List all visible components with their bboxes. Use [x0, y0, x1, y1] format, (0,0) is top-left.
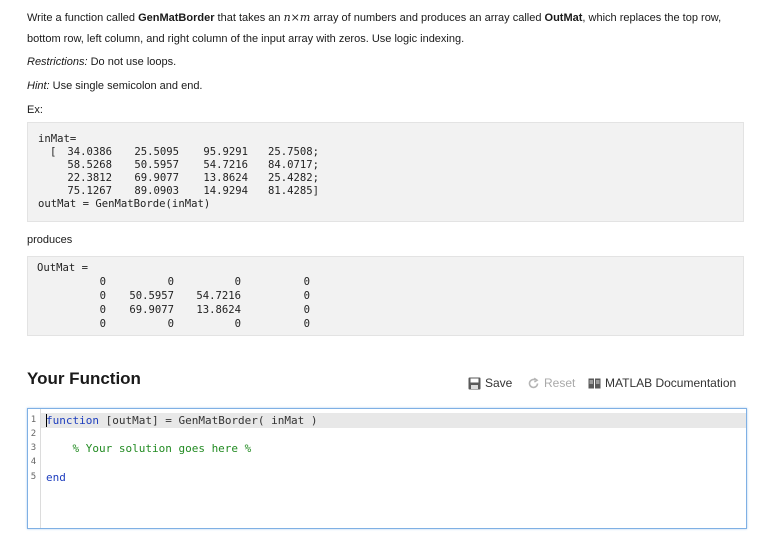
matrix-cell: 0: [99, 290, 106, 302]
matlab-documentation-link[interactable]: MATLAB Documentation: [588, 376, 736, 390]
matrix-cell: 69.9077: [134, 172, 179, 184]
produces-label: produces: [27, 234, 73, 246]
problem-text: , which replaces the top row,: [582, 12, 722, 24]
matrix-cell: 0: [303, 276, 310, 288]
example-output-box: OutMat = 0 0 0 0 0 50.5957 54.7216 0 0 6…: [27, 256, 744, 336]
matrix-cell: 75.1267: [67, 185, 112, 197]
matrix-cell: 54.7216: [196, 290, 241, 302]
matrix-cell: 95.9291: [203, 146, 248, 158]
function-name: GenMatBorder: [138, 12, 215, 24]
matrix-cell: 50.5957: [129, 290, 174, 302]
problem-line-2: bottom row, left column, and right colum…: [27, 33, 465, 45]
matrix-cell: 34.0386: [67, 146, 112, 158]
matrix-cell: 0: [303, 290, 310, 302]
matrix-cell: 58.5268: [67, 159, 112, 171]
reset-button[interactable]: Reset: [527, 376, 575, 390]
restrictions-text: Do not use loops.: [87, 56, 177, 68]
math-dimension: n×m: [283, 11, 311, 24]
matrix-cell: 54.7216: [203, 159, 248, 171]
keyword-function: function: [46, 414, 99, 427]
matrix-cell: 13.8624: [203, 172, 248, 184]
restrictions: Restrictions: Do not use loops.: [27, 55, 176, 69]
save-icon: [468, 377, 481, 389]
line-number: 1: [30, 415, 37, 425]
matrix-cell: 22.3812: [67, 172, 112, 184]
matrix-cell: 84.0717;: [268, 159, 320, 171]
bracket-open: [: [50, 146, 57, 158]
matrix-cell: 25.4282;: [268, 172, 320, 184]
section-title: Your Function: [27, 369, 141, 388]
matrix-cell: 0: [99, 276, 106, 288]
matrix-cell-value: 81.4285: [268, 185, 313, 197]
line-number: 2: [30, 429, 37, 439]
matrix-cell: 89.0903: [134, 185, 179, 197]
book-icon: [588, 378, 601, 388]
line-number: 4: [30, 457, 37, 467]
matrix-cell: 0: [99, 304, 106, 316]
bracket-close: ]: [312, 185, 320, 197]
matrix-cell: 0: [99, 318, 106, 330]
matrix-cell: 25.7508;: [268, 146, 320, 158]
matrix-cell: 0: [303, 318, 310, 330]
matrix-cell: 0: [234, 276, 241, 288]
reset-label: Reset: [544, 376, 576, 390]
save-button[interactable]: Save: [468, 376, 512, 390]
function-signature: [outMat] = GenMatBorder( inMat ): [98, 414, 318, 427]
save-label: Save: [485, 376, 513, 390]
example-label: Ex:: [27, 104, 43, 116]
hint: Hint: Use single semicolon and end.: [27, 79, 203, 93]
matrix-cell: 13.8624: [196, 304, 241, 316]
docs-label: MATLAB Documentation: [605, 376, 737, 390]
line-number: 3: [30, 443, 37, 453]
function-call: outMat = GenMatBorde(inMat): [38, 198, 211, 210]
restrictions-label: Restrictions:: [27, 56, 88, 68]
output-label: OutMat =: [37, 262, 89, 274]
problem-text: that takes an: [214, 12, 284, 24]
problem-text: Write a function called: [27, 12, 139, 24]
matrix-cell: 25.5095: [134, 146, 179, 158]
code-line-3[interactable]: % Your solution goes here %: [46, 442, 251, 455]
code-line-1[interactable]: function [outMat] = GenMatBorder( inMat …: [46, 414, 318, 427]
example-input-box: inMat= [ 34.0386 25.5095 95.9291 25.7508…: [27, 122, 744, 222]
matrix-cell: 50.5957: [134, 159, 179, 171]
code-editor[interactable]: 1 2 3 4 5 function [outMat] = GenMatBord…: [27, 408, 747, 529]
matrix-cell: 0: [167, 318, 174, 330]
output-name: OutMat: [544, 12, 583, 24]
line-number: 5: [30, 472, 37, 482]
problem-text: array of numbers and produces an array c…: [310, 12, 545, 24]
hint-label: Hint:: [27, 80, 50, 92]
matrix-cell: 0: [234, 318, 241, 330]
matrix-cell: 0: [167, 276, 174, 288]
reset-icon: [528, 377, 539, 388]
matrix-cell: 0: [303, 304, 310, 316]
line-number-gutter: [28, 409, 41, 528]
matrix-cell: 69.9077: [129, 304, 174, 316]
matrix-cell: 81.4285]: [268, 185, 319, 198]
code-line-5[interactable]: end: [46, 471, 66, 484]
input-label: inMat=: [38, 133, 77, 145]
matrix-cell: 14.9294: [203, 185, 248, 197]
problem-line-1: Write a function called GenMatBorder tha…: [27, 11, 721, 25]
hint-text: Use single semicolon and end.: [49, 80, 203, 92]
